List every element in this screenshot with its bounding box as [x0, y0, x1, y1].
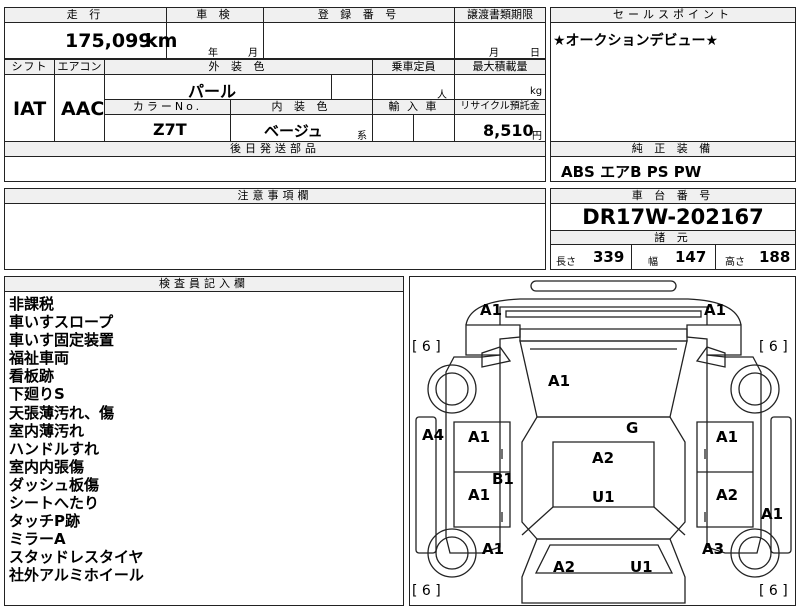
- import-car-value: [414, 115, 455, 141]
- mark-front-right: A1: [704, 301, 727, 319]
- vehicle-info-table: シフト エアコン 外 装 色 乗車定員 最大積載量 IAT AAC パール 人 …: [4, 59, 546, 142]
- length-label: 長さ: [556, 257, 576, 268]
- mark-door-front-left: A1: [468, 428, 491, 446]
- transfer-month: 月: [489, 48, 499, 59]
- note-item: ダッシュ板傷: [9, 475, 100, 494]
- capacity-label: 乗車定員: [373, 60, 455, 75]
- mark-left-side: A4: [422, 426, 445, 444]
- tire-depth-rear-right: [ 6 ]: [759, 583, 788, 599]
- note-item: タッチP跡: [9, 512, 80, 531]
- note-item: 社外アルミホイール: [9, 566, 144, 585]
- note-item: 下廻りS: [9, 385, 65, 404]
- interior-color-value: ベージュ: [264, 122, 323, 140]
- height-label: 高さ: [725, 257, 745, 268]
- ac-label: エアコン: [55, 60, 105, 75]
- height-value: 188: [759, 248, 791, 266]
- note-item: 室内薄汚れ: [9, 421, 85, 440]
- import-car-label: 輸 入 車: [373, 100, 455, 115]
- max-load-label: 最大積載量: [455, 60, 545, 75]
- note-item: 天張薄汚れ、傷: [9, 403, 115, 422]
- inspection-label: 車 検: [167, 8, 264, 23]
- note-item: スタッドレスタイヤ: [9, 548, 144, 567]
- top-table: 走 行 車 検 登 録 番 号 譲渡書類期限 175,099 km 年 月 月 …: [4, 7, 546, 59]
- mark-front-left: A1: [480, 301, 503, 319]
- interior-color-label: 内 装 色: [231, 100, 373, 115]
- later-parts-section: 後日発送部品: [4, 141, 546, 182]
- genuine-equipment-header: 純 正 装 備: [551, 142, 795, 157]
- mark-hood: A1: [548, 372, 571, 390]
- sales-point-section: セールスポイント ★オークションデビュー★: [550, 7, 796, 143]
- exterior-color-label: 外 装 色: [105, 60, 373, 75]
- later-parts-header: 後日発送部品: [5, 142, 545, 157]
- mileage-label: 走 行: [5, 8, 167, 23]
- width-value: 147: [675, 248, 707, 266]
- mark-pillar: B1: [492, 470, 514, 488]
- recycle-deposit-label: リサイクル預託金: [455, 100, 545, 115]
- chassis-number: DR17W-202167: [551, 204, 795, 231]
- note-item: ミラーA: [9, 530, 66, 549]
- notes-header: 注意事項欄: [5, 189, 545, 204]
- note-item: シートへたり: [9, 494, 100, 513]
- note-item: 看板跡: [9, 367, 55, 386]
- mark-glass: G: [626, 419, 639, 437]
- max-load-unit: kg: [530, 86, 543, 97]
- note-item: 非課税: [9, 295, 55, 313]
- shift-value: IAT: [13, 98, 47, 120]
- sales-point-header: セールスポイント: [551, 8, 795, 23]
- mark-tail-right: U1: [630, 558, 653, 576]
- mark-right-side: A1: [761, 505, 784, 523]
- interior-color-suffix: 系: [357, 131, 367, 142]
- tire-depth-rear-left: [ 6 ]: [412, 583, 441, 599]
- mark-door-rear-left: A1: [468, 486, 491, 504]
- mark-roof-rear: U1: [592, 488, 615, 506]
- mark-rear-left: A1: [482, 540, 505, 558]
- mark-roof-front: A2: [592, 449, 615, 467]
- inspector-section: 検査員記入欄 非課税 車いすスロープ 車いす固定装置 福祉車両 看板跡 下廻りS…: [4, 276, 404, 606]
- shift-label: シフト: [5, 60, 55, 75]
- transfer-day: 日: [530, 48, 540, 59]
- note-item: 室内内張傷: [9, 457, 85, 476]
- chassis-header: 車 台 番 号: [551, 189, 795, 204]
- width-label: 幅: [648, 257, 658, 268]
- inspection-month: 月: [248, 48, 258, 59]
- damage-diagram: [ 6 ] [ 6 ] [ 6 ] [ 6 ] A1 A1 A1 A4 A1 A…: [409, 276, 796, 606]
- registration-number: [264, 23, 455, 58]
- note-item: 福祉車両: [9, 349, 70, 368]
- recycle-deposit-unit: 円: [532, 131, 542, 142]
- inspection-year: 年: [208, 48, 218, 59]
- color-no-label: カラーNo.: [105, 100, 231, 115]
- sales-point-text: ★オークションデビュー★: [553, 33, 719, 49]
- note-item: 車いすスロープ: [9, 313, 114, 332]
- mark-tail-left: A2: [553, 558, 576, 576]
- mark-door-front-right: A1: [716, 428, 739, 446]
- recycle-deposit-value: 8,510: [483, 121, 534, 140]
- note-item: 車いす固定装置: [9, 331, 115, 350]
- chassis-section: 車 台 番 号 DR17W-202167 諸 元 長さ 339 幅 147 高さ…: [550, 188, 796, 270]
- transfer-deadline-label: 譲渡書類期限: [455, 8, 545, 23]
- genuine-equipment-section: 純 正 装 備 ABS エアB PS PW: [550, 141, 796, 182]
- specs-header: 諸 元: [551, 231, 795, 245]
- registration-label: 登 録 番 号: [264, 8, 455, 23]
- ac-value: AAC: [61, 98, 105, 120]
- genuine-equipment-value: ABS エアB PS PW: [561, 163, 702, 181]
- mileage-value: 175,099: [65, 30, 152, 52]
- color-no-value: Z7T: [153, 120, 187, 139]
- mark-rear-right: A3: [702, 540, 725, 558]
- notes-section: 注意事項欄: [4, 188, 546, 270]
- note-item: ハンドルすれ: [9, 439, 100, 458]
- tire-depth-front-right: [ 6 ]: [759, 339, 788, 355]
- exterior-color-value: パール: [188, 82, 237, 101]
- capacity-unit: 人: [437, 90, 447, 101]
- tire-depth-front-left: [ 6 ]: [412, 339, 441, 355]
- length-value: 339: [593, 248, 625, 266]
- mark-door-rear-right: A2: [716, 486, 739, 504]
- inspector-notes-list: 非課税 車いすスロープ 車いす固定装置 福祉車両 看板跡 下廻りS 天張薄汚れ、…: [9, 295, 144, 585]
- inspector-header: 検査員記入欄: [5, 277, 403, 292]
